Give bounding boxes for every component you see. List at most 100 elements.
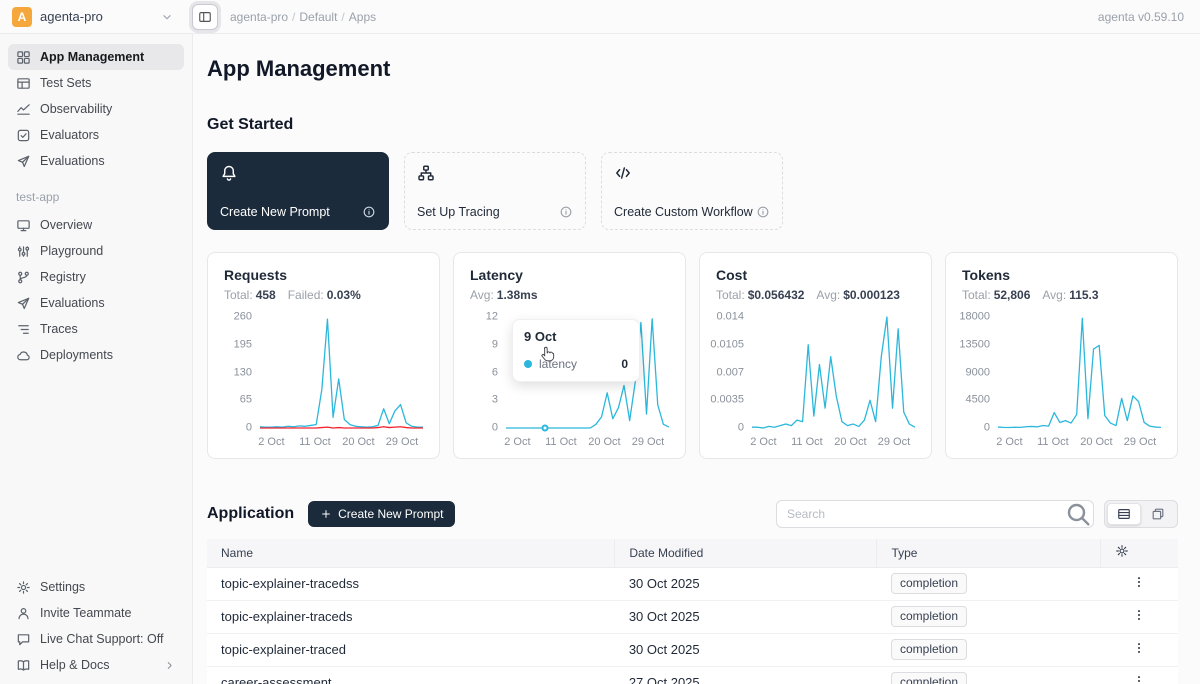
plot-area [260, 317, 423, 428]
plot-area [998, 317, 1161, 428]
main-content: App Management Get Started Create New Pr… [193, 34, 1200, 684]
row-menu-icon[interactable] [1132, 674, 1146, 684]
get-started-heading: Get Started [207, 116, 1178, 134]
testsets-icon [16, 76, 31, 91]
table-row[interactable]: topic-explainer-tracedss30 Oct 2025compl… [207, 567, 1178, 600]
table-view-icon [1117, 507, 1131, 521]
application-heading: Application [207, 505, 294, 523]
y-axis: 00.00350.0070.01050.014 [712, 317, 752, 428]
breadcrumb-segment[interactable]: agenta-pro [230, 10, 288, 24]
sidebar-item-observability[interactable]: Observability [8, 96, 184, 122]
chart-title: Cost [716, 267, 915, 283]
sidebar-item-deployments[interactable]: Deployments [8, 342, 184, 368]
sidebar-item-label: Registry [40, 270, 86, 284]
sidebar-item-settings[interactable]: Settings [8, 574, 184, 600]
y-tick-label: 0.0035 [710, 395, 744, 406]
workspace-selector[interactable]: A agenta-pro [0, 7, 186, 27]
chart-card-cost: Cost Total:$0.056432Avg:$0.000123 00.003… [699, 252, 932, 459]
application-header: Application Create New Prompt [207, 499, 1178, 529]
search-icon[interactable] [1063, 501, 1093, 527]
app-name-cell[interactable]: topic-explainer-traceds [207, 600, 615, 633]
card-view-button[interactable] [1141, 503, 1175, 525]
sidebar-item-registry[interactable]: Registry [8, 264, 184, 290]
sidebar-collapse-button[interactable] [192, 4, 218, 30]
y-tick-label: 0.014 [716, 312, 744, 323]
x-tick-label: 20 Oct [1080, 437, 1112, 448]
sidebar-item-evaluators[interactable]: Evaluators [8, 122, 184, 148]
table-settings-gear-icon[interactable] [1115, 544, 1129, 558]
code-icon [614, 164, 770, 182]
row-menu-icon[interactable] [1132, 575, 1146, 589]
sidebar-item-overview[interactable]: Overview [8, 212, 184, 238]
app-version: agenta v0.59.10 [1098, 10, 1200, 24]
sidebar-item-label: Observability [40, 102, 112, 116]
table-row[interactable]: topic-explainer-traceds30 Oct 2025comple… [207, 600, 1178, 633]
info-icon[interactable] [559, 205, 573, 219]
chart-card-latency: Latency Avg:1.38ms 036912 2 Oct11 Oct20 … [453, 252, 686, 459]
sidebar-item-invite-teammate[interactable]: Invite Teammate [8, 600, 184, 626]
sidebar-item-playground[interactable]: Playground [8, 238, 184, 264]
collapse-sidebar-icon [198, 10, 212, 24]
app-type-cell: completion [877, 600, 1100, 633]
chart-card-tokens: Tokens Total:52,806Avg:115.3 04500900013… [945, 252, 1178, 459]
info-icon[interactable] [362, 205, 376, 219]
create-new-prompt-button[interactable]: Create New Prompt [308, 501, 455, 527]
observability-icon [16, 102, 31, 117]
app-name-cell[interactable]: topic-explainer-tracedss [207, 567, 615, 600]
get-started-card-label: Set Up Tracing [417, 205, 500, 219]
sidebar-item-label: Test Sets [40, 76, 91, 90]
create-button-label: Create New Prompt [338, 507, 443, 521]
get-started-card-set-up-tracing[interactable]: Set Up Tracing [404, 152, 586, 230]
traces-icon [16, 322, 31, 337]
get-started-card-create-custom-workflow[interactable]: Create Custom Workflow [601, 152, 783, 230]
y-tick-label: 3 [492, 395, 498, 406]
x-axis: 2 Oct11 Oct20 Oct29 Oct [752, 437, 915, 450]
breadcrumb-segment[interactable]: Default [299, 10, 337, 24]
app-date-modified-cell: 30 Oct 2025 [615, 633, 877, 666]
app-date-modified-cell: 27 Oct 2025 [615, 666, 877, 684]
sidebar-item-label: Overview [40, 218, 92, 232]
app-type-cell: completion [877, 633, 1100, 666]
y-tick-label: 9000 [966, 367, 990, 378]
prompt-icon [220, 164, 376, 182]
table-row[interactable]: topic-explainer-traced30 Oct 2025complet… [207, 633, 1178, 666]
sidebar-item-label: Live Chat Support: Off [40, 632, 163, 646]
card-view-icon [1151, 507, 1165, 521]
y-axis: 036912 [466, 317, 506, 428]
chevron-right-icon [163, 659, 176, 672]
app-type-cell: completion [877, 666, 1100, 684]
hover-marker-dot [542, 425, 549, 432]
x-tick-label: 29 Oct [386, 437, 418, 448]
sidebar-item-app-management[interactable]: App Management [8, 44, 184, 70]
row-menu-icon[interactable] [1132, 608, 1146, 622]
info-icon[interactable] [756, 205, 770, 219]
column-header-date-modified[interactable]: Date Modified [615, 539, 877, 567]
y-tick-label: 260 [234, 312, 252, 323]
sidebar-item-help-docs[interactable]: Help & Docs [8, 652, 184, 678]
sidebar-item-traces[interactable]: Traces [8, 316, 184, 342]
get-started-card-create-new-prompt[interactable]: Create New Prompt [207, 152, 389, 230]
row-menu-icon[interactable] [1132, 641, 1146, 655]
table-row[interactable]: career-assessment27 Oct 2025completion [207, 666, 1178, 684]
sidebar-item-evaluations[interactable]: Evaluations [8, 148, 184, 174]
chart-stat: Total:52,806 [962, 288, 1030, 302]
sidebar-item-evaluations[interactable]: Evaluations [8, 290, 184, 316]
sidebar-item-label: Invite Teammate [40, 606, 131, 620]
app-name-cell[interactable]: career-assessment [207, 666, 615, 684]
type-tag: completion [891, 606, 967, 628]
sidebar-item-label: App Management [40, 50, 144, 64]
table-view-button[interactable] [1107, 503, 1141, 525]
sidebar-item-live-chat-support-off[interactable]: Live Chat Support: Off [8, 626, 184, 652]
type-tag: completion [891, 573, 967, 595]
search-input[interactable] [777, 507, 1063, 521]
y-axis: 0450090001350018000 [958, 317, 998, 428]
column-header-name[interactable]: Name [207, 539, 615, 567]
x-tick-label: 11 Oct [1037, 437, 1069, 448]
x-tick-label: 11 Oct [791, 437, 823, 448]
app-name-cell[interactable]: topic-explainer-traced [207, 633, 615, 666]
column-header-type[interactable]: Type [877, 539, 1100, 567]
breadcrumb-segment[interactable]: Apps [349, 10, 376, 24]
sidebar-item-test-sets[interactable]: Test Sets [8, 70, 184, 96]
sidebar-app-section-label: test-app [8, 174, 184, 212]
chart-stat: Avg:115.3 [1042, 288, 1098, 302]
